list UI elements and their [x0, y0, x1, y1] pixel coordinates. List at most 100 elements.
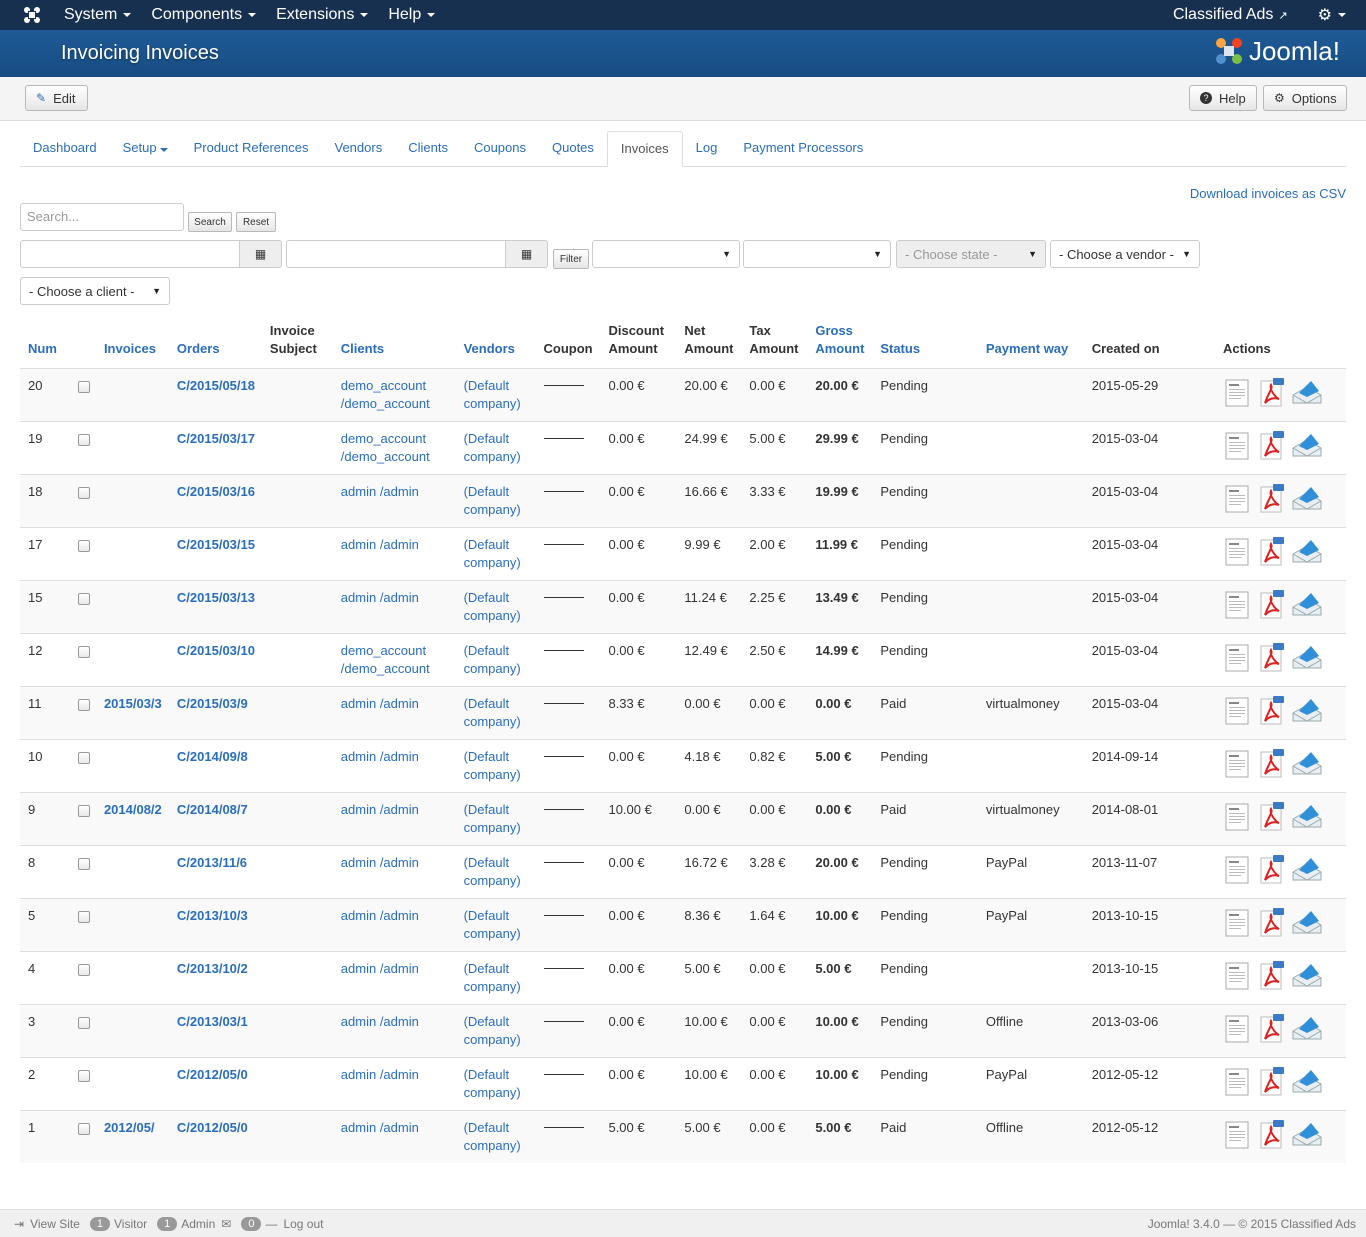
- nav-menu-help[interactable]: Help: [388, 6, 436, 24]
- pdf-icon[interactable]: [1257, 854, 1287, 886]
- pdf-icon[interactable]: [1257, 536, 1287, 568]
- view-invoice-icon[interactable]: [1223, 695, 1253, 727]
- cell-order-link[interactable]: C/2015/03/15: [177, 537, 255, 552]
- cell-order-link[interactable]: C/2015/03/17: [177, 431, 255, 446]
- email-icon[interactable]: [1291, 642, 1322, 674]
- logout-link[interactable]: Log out: [283, 1217, 323, 1231]
- row-checkbox[interactable]: [77, 1070, 90, 1082]
- cell-vendor-link[interactable]: (Default company): [464, 696, 521, 729]
- pdf-icon[interactable]: [1257, 483, 1287, 515]
- cell-vendor-link[interactable]: (Default company): [464, 643, 521, 676]
- tab-vendors[interactable]: Vendors: [322, 131, 396, 167]
- view-invoice-icon[interactable]: [1223, 536, 1253, 568]
- email-icon[interactable]: [1291, 430, 1322, 462]
- cell-order-link[interactable]: C/2012/05/0: [177, 1067, 248, 1082]
- row-checkbox[interactable]: [77, 434, 90, 446]
- cell-client-link[interactable]: demo_account /demo_account: [341, 378, 430, 411]
- joomla-icon[interactable]: [0, 0, 64, 30]
- edit-button[interactable]: ✎ Edit: [25, 85, 88, 111]
- view-invoice-icon[interactable]: [1223, 1119, 1253, 1151]
- cell-client-link[interactable]: admin /admin: [341, 484, 419, 499]
- cell-client-link[interactable]: admin /admin: [341, 1067, 419, 1082]
- email-icon[interactable]: [1291, 536, 1322, 568]
- pdf-icon[interactable]: [1257, 589, 1287, 621]
- col-payment-way[interactable]: Payment way: [978, 318, 1084, 369]
- cell-client-link[interactable]: admin /admin: [341, 802, 419, 817]
- row-checkbox[interactable]: [77, 911, 90, 923]
- pdf-icon[interactable]: [1257, 907, 1287, 939]
- row-checkbox[interactable]: [77, 487, 90, 499]
- view-invoice-icon[interactable]: [1223, 960, 1253, 992]
- email-icon[interactable]: [1291, 748, 1322, 780]
- cell-order-link[interactable]: C/2012/05/0: [177, 1120, 248, 1135]
- tab-product-references[interactable]: Product References: [181, 131, 322, 167]
- cell-vendor-link[interactable]: (Default company): [464, 961, 521, 994]
- row-checkbox[interactable]: [77, 593, 90, 605]
- reset-button[interactable]: Reset: [236, 212, 276, 232]
- cell-client-link[interactable]: admin /admin: [341, 908, 419, 923]
- cell-invoice-link[interactable]: 2015/03/3: [104, 696, 162, 711]
- row-checkbox[interactable]: [77, 964, 90, 976]
- cell-vendor-link[interactable]: (Default company): [464, 484, 521, 517]
- tab-invoices[interactable]: Invoices: [606, 131, 683, 167]
- pdf-icon[interactable]: [1257, 801, 1287, 833]
- cell-client-link[interactable]: demo_account /demo_account: [341, 431, 430, 464]
- view-invoice-icon[interactable]: [1223, 907, 1253, 939]
- cell-client-link[interactable]: admin /admin: [341, 749, 419, 764]
- cell-client-link[interactable]: demo_account /demo_account: [341, 643, 430, 676]
- options-button[interactable]: ⚙ Options: [1263, 85, 1347, 111]
- cell-vendor-link[interactable]: (Default company): [464, 749, 521, 782]
- tab-dashboard[interactable]: Dashboard: [20, 131, 110, 167]
- tab-payment-processors[interactable]: Payment Processors: [730, 131, 876, 167]
- cell-vendor-link[interactable]: (Default company): [464, 378, 521, 411]
- cell-order-link[interactable]: C/2013/10/2: [177, 961, 248, 976]
- cell-order-link[interactable]: C/2015/03/16: [177, 484, 255, 499]
- view-invoice-icon[interactable]: [1223, 589, 1253, 621]
- cell-vendor-link[interactable]: (Default company): [464, 1120, 521, 1153]
- row-checkbox[interactable]: [77, 1123, 90, 1135]
- col-clients[interactable]: Clients: [333, 318, 456, 369]
- row-checkbox[interactable]: [77, 646, 90, 658]
- row-checkbox[interactable]: [77, 858, 90, 870]
- pdf-icon[interactable]: [1257, 960, 1287, 992]
- date-from-input[interactable]: [20, 240, 240, 268]
- col-invoices[interactable]: Invoices: [96, 318, 169, 369]
- col-vendors[interactable]: Vendors: [456, 318, 536, 369]
- row-checkbox[interactable]: [77, 540, 90, 552]
- tab-quotes[interactable]: Quotes: [539, 131, 607, 167]
- view-invoice-icon[interactable]: [1223, 1013, 1253, 1045]
- pdf-icon[interactable]: [1257, 642, 1287, 674]
- cell-order-link[interactable]: C/2013/03/1: [177, 1014, 248, 1029]
- status-select[interactable]: ▼: [592, 240, 740, 268]
- email-icon[interactable]: [1291, 483, 1322, 515]
- pdf-icon[interactable]: [1257, 430, 1287, 462]
- col-gross-amount[interactable]: Gross Amount: [807, 318, 872, 369]
- nav-menu-components[interactable]: Components: [151, 6, 257, 24]
- pdf-icon[interactable]: [1257, 748, 1287, 780]
- cell-order-link[interactable]: C/2014/09/8: [177, 749, 248, 764]
- cell-order-link[interactable]: C/2013/10/3: [177, 908, 248, 923]
- email-icon[interactable]: [1291, 854, 1322, 886]
- pdf-icon[interactable]: [1257, 695, 1287, 727]
- date-to-input[interactable]: [286, 240, 506, 268]
- cell-client-link[interactable]: admin /admin: [341, 1014, 419, 1029]
- search-button[interactable]: Search: [188, 212, 232, 232]
- state-select[interactable]: - Choose state - ▼: [896, 240, 1046, 268]
- tab-setup[interactable]: Setup: [110, 131, 181, 167]
- col-num[interactable]: Num: [20, 318, 68, 369]
- cell-order-link[interactable]: C/2015/03/9: [177, 696, 248, 711]
- cell-order-link[interactable]: C/2014/08/7: [177, 802, 248, 817]
- view-invoice-icon[interactable]: [1223, 430, 1253, 462]
- view-site-link[interactable]: ⇥ View Site: [14, 1217, 80, 1231]
- cell-vendor-link[interactable]: (Default company): [464, 802, 521, 835]
- view-invoice-icon[interactable]: [1223, 748, 1253, 780]
- col-status[interactable]: Status: [872, 318, 978, 369]
- date-from-calendar-button[interactable]: ▦: [240, 240, 282, 268]
- cell-vendor-link[interactable]: (Default company): [464, 908, 521, 941]
- cell-vendor-link[interactable]: (Default company): [464, 431, 521, 464]
- tab-clients[interactable]: Clients: [395, 131, 461, 167]
- email-icon[interactable]: [1291, 1066, 1322, 1098]
- search-input[interactable]: Search...: [20, 203, 184, 231]
- cell-vendor-link[interactable]: (Default company): [464, 537, 521, 570]
- date-to-calendar-button[interactable]: ▦: [506, 240, 548, 268]
